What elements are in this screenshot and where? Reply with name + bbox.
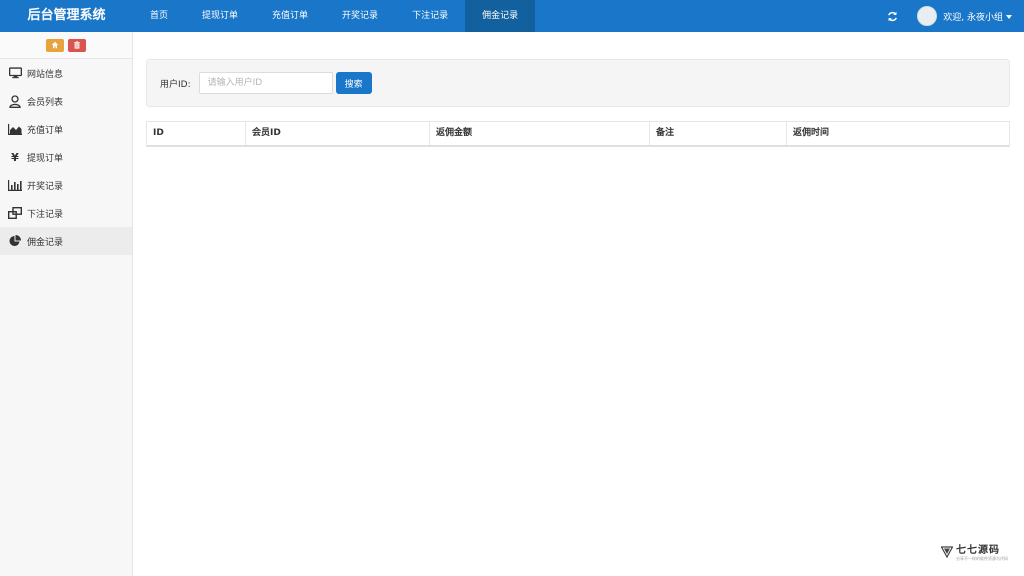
sidebar-item-lottery-records[interactable]: 开奖记录 xyxy=(0,171,132,199)
column-header-commission-time: 返佣时间 xyxy=(793,128,830,138)
user-menu[interactable]: 欢迎, 永夜小组 xyxy=(943,10,1012,23)
monitor-icon xyxy=(8,66,22,80)
caret-down-icon xyxy=(1006,15,1012,19)
search-button[interactable]: 搜索 xyxy=(335,72,372,94)
pie-chart-icon xyxy=(8,234,22,248)
watermark-subtitle: 分享不一样的软件资源与代码 xyxy=(956,556,1008,561)
nav-item-home[interactable]: 首页 xyxy=(133,0,185,32)
commission-table: ID 会员ID 返佣金额 备注 返佣时间 xyxy=(146,121,1010,147)
area-chart-icon xyxy=(8,122,22,136)
sidebar-item-member-list[interactable]: 会员列表 xyxy=(0,87,132,115)
sidebar-item-label: 下注记录 xyxy=(27,209,64,220)
clone-icon xyxy=(8,206,22,220)
sidebar-item-label: 佣金记录 xyxy=(27,237,64,248)
nav-item-bet-records[interactable]: 下注记录 xyxy=(395,0,465,32)
user-icon xyxy=(8,94,22,108)
nav-item-withdraw-orders[interactable]: 提现订单 xyxy=(185,0,255,32)
sidebar-item-bet-records[interactable]: 下注记录 xyxy=(0,199,132,227)
sidebar-item-label: 提现订单 xyxy=(27,153,64,164)
sidebar-item-recharge-orders[interactable]: 充值订单 xyxy=(0,115,132,143)
column-header-id: ID xyxy=(147,122,246,145)
main-nav: 首页 提现订单 充值订单 开奖记录 下注记录 佣金记录 xyxy=(133,0,536,32)
app-title[interactable]: 后台管理系统 xyxy=(0,0,133,32)
sidebar: 网站信息 会员列表 充值订单 ¥ 提现订单 开奖记录 下注记录 佣金记录 xyxy=(0,32,133,576)
watermark: 七七源码 分享不一样的软件资源与代码 xyxy=(941,541,1008,562)
refresh-icon[interactable] xyxy=(885,9,899,23)
watermark-logo-icon xyxy=(941,545,953,558)
top-navbar: 后台管理系统 首页 提现订单 充值订单 开奖记录 下注记录 佣金记录 欢迎, 永… xyxy=(0,0,1024,32)
sidebar-item-label: 开奖记录 xyxy=(27,181,64,192)
sidebar-item-label: 网站信息 xyxy=(27,69,64,80)
search-panel: 用户ID: 搜索 xyxy=(146,59,1010,107)
column-header-remark: 备注 xyxy=(650,122,787,145)
column-header-member-id: 会员ID xyxy=(246,122,430,145)
watermark-title: 七七源码 xyxy=(956,545,1000,556)
welcome-text: 欢迎, 永夜小组 xyxy=(943,12,1003,23)
user-id-input[interactable] xyxy=(198,72,333,94)
trash-icon xyxy=(73,41,81,49)
topbar-right: 欢迎, 永夜小组 xyxy=(885,0,1012,32)
bar-chart-icon xyxy=(8,178,22,192)
column-header-commission-amount: 返佣金额 xyxy=(430,122,650,145)
sidebar-item-label: 会员列表 xyxy=(27,97,64,108)
home-icon xyxy=(51,41,59,49)
sidebar-tools xyxy=(0,32,132,59)
search-label: 用户ID: xyxy=(160,79,191,90)
sidebar-item-commission-records[interactable]: 佣金记录 xyxy=(0,227,132,255)
sidebar-item-site-info[interactable]: 网站信息 xyxy=(0,59,132,87)
home-button[interactable] xyxy=(46,38,64,52)
delete-button[interactable] xyxy=(68,38,86,52)
nav-item-recharge-orders[interactable]: 充值订单 xyxy=(255,0,325,32)
sidebar-item-label: 充值订单 xyxy=(27,125,64,136)
nav-item-commission-records[interactable]: 佣金记录 xyxy=(465,0,536,32)
yen-icon: ¥ xyxy=(11,150,19,164)
avatar[interactable] xyxy=(917,6,938,26)
sidebar-item-withdraw-orders[interactable]: ¥ 提现订单 xyxy=(0,143,132,171)
nav-item-lottery-records[interactable]: 开奖记录 xyxy=(325,0,395,32)
main-content: 用户ID: 搜索 ID 会员ID 返佣金额 备注 返佣时间 七七源码 分享不一样… xyxy=(133,32,1024,576)
